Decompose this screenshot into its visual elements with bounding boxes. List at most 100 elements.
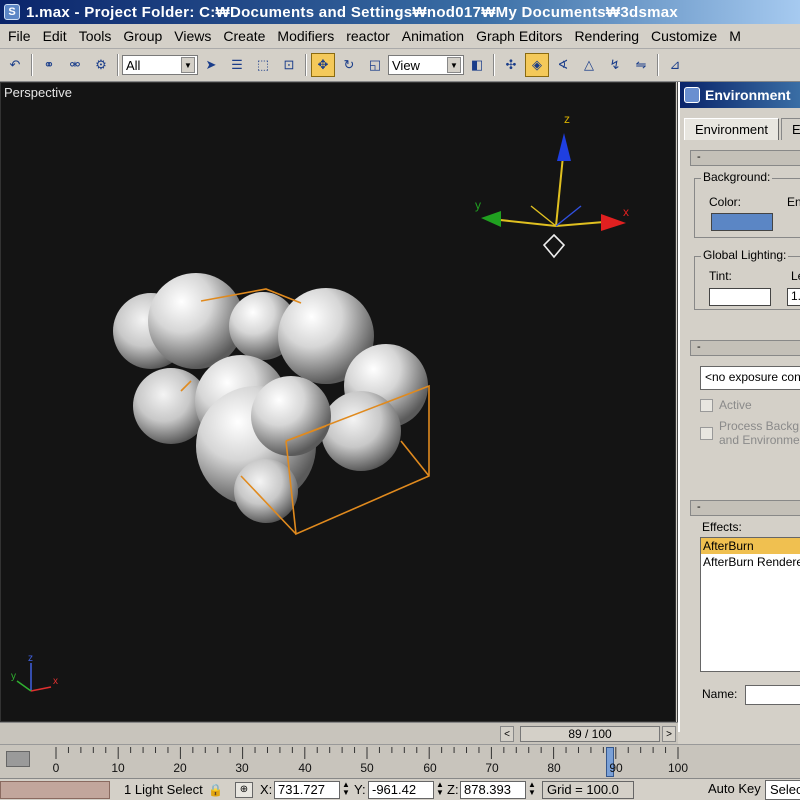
selection-set-dropdown[interactable]: Selec [765, 780, 800, 800]
select-and-rotate-icon[interactable]: ↻ [337, 53, 361, 77]
toolbar-separator [657, 54, 659, 76]
track-bar[interactable]: 0 10 20 30 40 50 60 70 80 90 100 [0, 744, 800, 778]
mirror-icon[interactable]: ⇋ [629, 53, 653, 77]
select-and-scale-icon[interactable]: ◱ [363, 53, 387, 77]
z-spinner-icon[interactable]: ▲ ▼ [527, 781, 537, 799]
select-and-manipulate-icon[interactable]: ✣ [499, 53, 523, 77]
menu-create[interactable]: Create [217, 28, 271, 44]
viewport-label[interactable]: Perspective [4, 85, 72, 100]
absolute-mode-icon[interactable]: ⊕ [235, 782, 253, 798]
menu-tools[interactable]: Tools [73, 28, 118, 44]
process-background-checkbox[interactable] [700, 427, 713, 440]
active-label: Active [719, 398, 752, 412]
tab-environment[interactable]: Environment [684, 118, 779, 140]
y-coord-label: Y: [354, 782, 366, 797]
process-background-label-line1: Process Backg [719, 419, 800, 433]
name-label: Name: [702, 687, 738, 701]
tick-label: 40 [298, 761, 312, 775]
exposure-control-rollout[interactable]: - [690, 340, 800, 356]
list-item[interactable]: AfterBurn [701, 538, 800, 554]
menu-edit[interactable]: Edit [37, 28, 73, 44]
x-spinner-icon[interactable]: ▲ ▼ [341, 781, 351, 799]
menu-customize[interactable]: Customize [645, 28, 723, 44]
effects-label: Effects: [702, 520, 742, 534]
app-icon[interactable]: S [4, 4, 20, 20]
window-crossing-icon[interactable]: ⊡ [277, 53, 301, 77]
y-coord-field[interactable]: -961.42 [368, 781, 434, 799]
x-coord-label: X: [260, 782, 273, 797]
effect-name-field[interactable] [745, 685, 800, 705]
chevron-down-icon: ▼ [447, 57, 461, 73]
tick-label: 60 [423, 761, 437, 775]
environment-dialog-title: Environment [705, 87, 791, 103]
level-spinner[interactable]: 1. [787, 288, 800, 306]
exposure-control-dropdown[interactable]: <no exposure control> [700, 366, 800, 390]
effects-rollout[interactable]: - [690, 500, 800, 516]
tab-effects[interactable]: E [780, 118, 800, 140]
list-item[interactable]: AfterBurn Renderer [701, 554, 800, 570]
background-color-swatch[interactable] [711, 213, 773, 231]
align-icon[interactable]: ⊿ [663, 53, 687, 77]
menu-rendering[interactable]: Rendering [568, 28, 645, 44]
transform-gizmo[interactable]: z x y [475, 112, 629, 259]
menu-modifiers[interactable]: Modifiers [271, 28, 340, 44]
select-by-name-icon[interactable]: ☰ [225, 53, 249, 77]
select-object-icon[interactable]: ➤ [199, 53, 223, 77]
spinner-snap-icon[interactable]: ↯ [603, 53, 627, 77]
maxscript-listener-mini[interactable] [0, 781, 110, 799]
lock-icon[interactable]: 🔒 [208, 783, 223, 797]
unlink-selection-icon[interactable]: ⚮ [63, 53, 87, 77]
menu-reactor[interactable]: reactor [340, 28, 396, 44]
next-frame-button[interactable]: > [662, 726, 676, 742]
tick-label: 0 [52, 761, 60, 775]
process-background-label-line2: and Environme [719, 433, 800, 447]
effects-listbox[interactable]: AfterBurn AfterBurn Renderer [700, 537, 800, 672]
y-spinner-icon[interactable]: ▲ ▼ [435, 781, 445, 799]
selection-filter-dropdown[interactable]: All ▼ [122, 55, 198, 75]
prev-frame-button[interactable]: < [500, 726, 514, 742]
reference-coordinate-dropdown[interactable]: View ▼ [388, 55, 464, 75]
z-coord-field[interactable]: 878.393 [460, 781, 526, 799]
toolbar-separator [117, 54, 119, 76]
x-coord-field[interactable]: 731.727 [274, 781, 340, 799]
tick-label: 10 [111, 761, 125, 775]
afterburn-cloud[interactable] [113, 273, 428, 523]
menu-file[interactable]: File [2, 28, 37, 44]
selection-count: 1 Light Select [124, 782, 203, 797]
corner-x-label: x [53, 676, 58, 687]
menu-group[interactable]: Group [117, 28, 168, 44]
toolbar-separator [31, 54, 33, 76]
time-slider[interactable]: < 89 / 100 > [0, 722, 678, 744]
active-checkbox-row[interactable]: Active [700, 398, 752, 412]
process-background-checkbox-row[interactable]: Process Backg and Environme [700, 419, 800, 447]
menu-graph-editors[interactable]: Graph Editors [470, 28, 568, 44]
percent-snap-icon[interactable]: △ [577, 53, 601, 77]
process-background-label: Process Backg and Environme [719, 419, 800, 447]
select-and-link-icon[interactable]: ⚭ [37, 53, 61, 77]
tint-color-swatch[interactable] [709, 288, 771, 306]
environment-dialog: Environment Environment E - Background: … [678, 82, 800, 732]
menu-views[interactable]: Views [168, 28, 217, 44]
menu-animation[interactable]: Animation [396, 28, 470, 44]
main-toolbar: ↶ ⚭ ⚮ ⚙ All ▼ ➤ ☰ ⬚ ⊡ ✥ ↻ ◱ View ▼ ◧ ✣ ◈… [0, 49, 800, 82]
snaps-toggle-icon[interactable]: ◈ [525, 53, 549, 77]
common-parameters-rollout[interactable]: - [690, 150, 800, 166]
time-slider-thumb[interactable]: 89 / 100 [520, 726, 660, 742]
perspective-viewport[interactable]: z x y z x y Perspective [0, 82, 676, 722]
environment-icon [684, 87, 700, 103]
tick-label: 90 [609, 761, 623, 775]
z-coord-label: Z: [447, 782, 459, 797]
menu-maxscript[interactable]: M [723, 28, 747, 44]
toolbar-separator [305, 54, 307, 76]
angle-snap-icon[interactable]: ∢ [551, 53, 575, 77]
bind-to-space-warp-icon[interactable]: ⚙ [89, 53, 113, 77]
active-checkbox[interactable] [700, 399, 713, 412]
environment-dialog-titlebar[interactable]: Environment [680, 82, 800, 108]
undo-icon[interactable]: ↶ [3, 53, 27, 77]
environment-map-label: En [787, 195, 800, 209]
select-and-move-icon[interactable]: ✥ [311, 53, 335, 77]
use-pivot-center-icon[interactable]: ◧ [465, 53, 489, 77]
rectangular-selection-icon[interactable]: ⬚ [251, 53, 275, 77]
auto-key-button[interactable]: Auto Key [708, 781, 764, 799]
tick-label: 30 [235, 761, 249, 775]
